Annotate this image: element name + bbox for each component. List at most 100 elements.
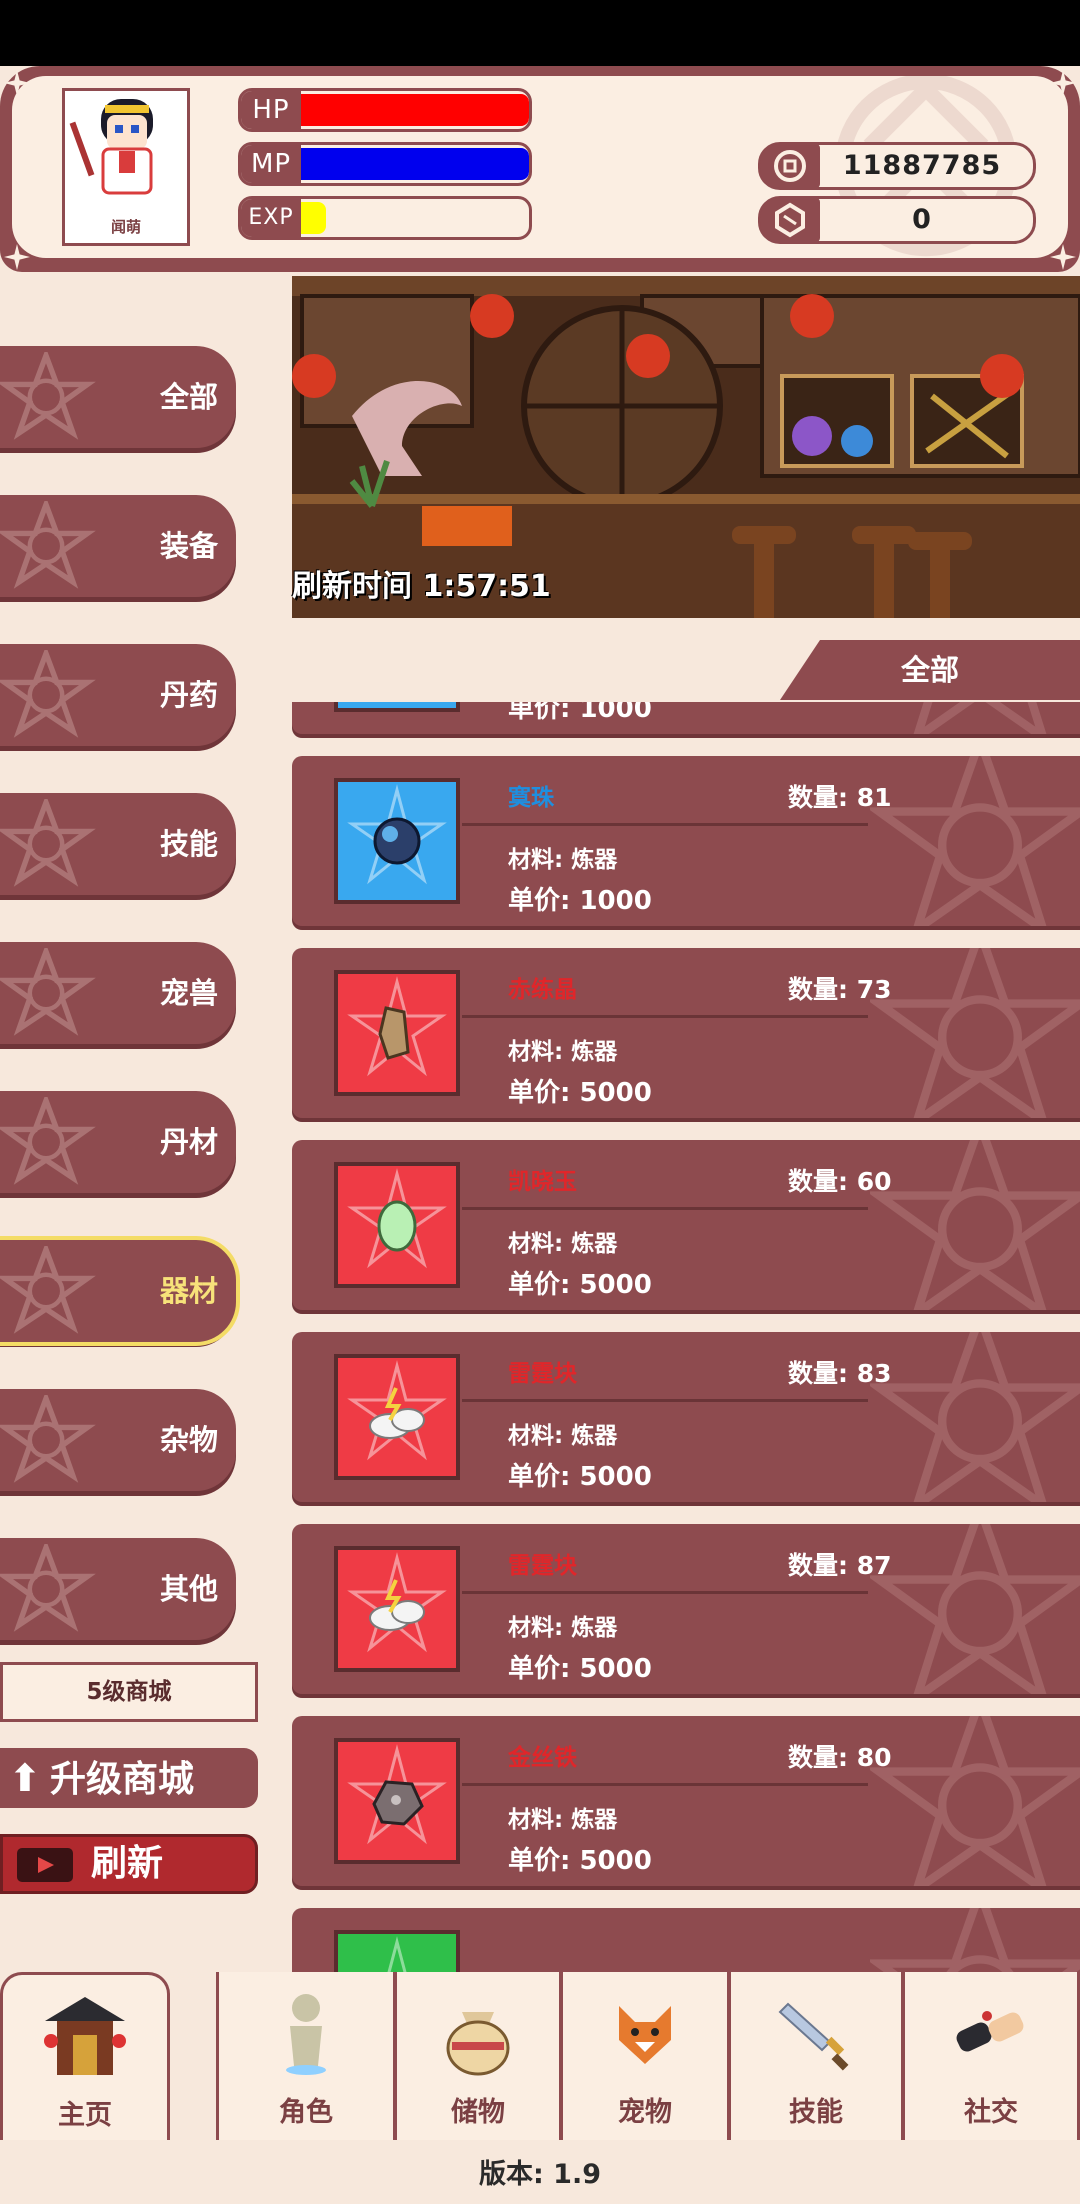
item-quantity: 数量: 87 (788, 1551, 892, 1580)
shop-item-row[interactable]: 寞珠 数量: 81 材料: 炼器 单价: 1000 (292, 756, 1080, 926)
category-tab-0[interactable]: 全部 (0, 346, 236, 448)
category-tab-1[interactable]: 装备 (0, 495, 236, 597)
item-quantity: 数量: 83 (788, 1359, 892, 1388)
category-label: 器材 (159, 1274, 218, 1308)
nav-label: 宠物 (618, 2097, 672, 2128)
upgrade-shop-label: 升级商城 (50, 1759, 195, 1800)
shop-item-row[interactable]: 雷霆块 数量: 83 材料: 炼器 单价: 5000 (292, 1332, 1080, 1502)
item-divider (462, 823, 868, 826)
mp-label: MP (241, 145, 301, 183)
corner-star-icon (1050, 70, 1076, 96)
nav-item-3[interactable]: 宠物 (560, 1972, 730, 2140)
nav-item-4[interactable]: 技能 (728, 1972, 904, 2140)
item-name: 凯晓玉 (508, 1169, 577, 1195)
nav-item-2[interactable]: 储物 (394, 1972, 562, 2140)
exp-bar: EXP (238, 196, 532, 240)
bag-icon (446, 2012, 510, 2076)
shop-item-row[interactable] (292, 1908, 1080, 1972)
star-emblem-icon (870, 756, 1080, 926)
item-quantity: 数量: 81 (788, 783, 892, 812)
nav-item-0[interactable]: 主页 (0, 1972, 170, 2140)
character-portrait-icon (69, 99, 153, 195)
video-ad-icon (17, 1848, 73, 1882)
category-tab-4[interactable]: 宠兽 (0, 942, 236, 1044)
item-material: 材料: 炼器 (508, 847, 618, 873)
star-emblem-icon (0, 352, 96, 440)
arrow-up-icon: ⬆ (9, 1756, 41, 1800)
coin-counter: 11887785 (758, 142, 1036, 190)
item-price: 单价: 5000 (508, 1270, 652, 1300)
coin-value: 11887785 (842, 150, 1002, 181)
shop-item-row[interactable]: 凯晓玉 数量: 60 材料: 炼器单价: 5000 (292, 1140, 1080, 1310)
item-list[interactable]: 单价: 1000 寞珠 数量: 81 材料: 炼器 单价: 1000 赤练晶 数量: 73 材… (292, 702, 1080, 1972)
item-quantity: 数量: 60 (788, 1167, 892, 1196)
shop-item-row[interactable]: 金丝铁 数量: 80 材料: 炼器 单价: 5000 (292, 1716, 1080, 1886)
category-tab-6[interactable]: 器材 (0, 1240, 236, 1342)
handshake-icon (956, 2011, 1024, 2052)
item-icon-frame (334, 1930, 460, 1972)
item-price: 单价: 5000 (508, 1654, 652, 1684)
ore-shard-icon (347, 976, 447, 1077)
gem-counter: 0 (758, 196, 1036, 244)
hp-bar: HP (238, 88, 532, 132)
exp-fill (301, 202, 327, 234)
category-tab-5[interactable]: 丹材 (0, 1091, 236, 1193)
filter-dropdown[interactable]: 全部 (780, 640, 1080, 700)
category-tab-7[interactable]: 杂物 (0, 1389, 236, 1491)
star-emblem-icon (870, 1908, 1080, 1972)
gate-icon (44, 1997, 126, 2075)
star-emblem-icon (870, 948, 1080, 1118)
gem-value: 0 (912, 204, 932, 235)
nav-label: 储物 (451, 2097, 505, 2128)
refresh-timer: 刷新时间 1:57:51 (292, 569, 551, 604)
category-label: 技能 (159, 827, 218, 861)
nav-label: 技能 (789, 2097, 843, 2128)
nav-label: 角色 (279, 2097, 333, 2128)
category-label: 丹材 (159, 1125, 218, 1159)
refresh-label: 刷新 (91, 1843, 164, 1884)
version-label: 版本: 1.9 (478, 2159, 602, 2190)
mp-bar: MP (238, 142, 532, 186)
refresh-button[interactable]: 刷新 (0, 1834, 258, 1894)
category-tab-3[interactable]: 技能 (0, 793, 236, 895)
corner-star-icon (4, 70, 30, 96)
shop-item-row[interactable]: 赤练晶 数量: 73 材料: 炼器 单价: 5000 (292, 948, 1080, 1118)
sword-icon (778, 2002, 849, 2071)
item-material: 材料: 炼器 (508, 1807, 618, 1833)
star-emblem-icon (0, 650, 96, 738)
nav-label: 社交 (964, 2097, 1018, 2128)
thunder-cloud-icon (347, 1552, 447, 1653)
category-label: 宠兽 (159, 976, 218, 1010)
category-tab-2[interactable]: 丹药 (0, 644, 236, 746)
nav-item-1[interactable]: 角色 (216, 1972, 396, 2140)
item-material: 材料: 炼器 (508, 1039, 618, 1065)
item-icon-frame (334, 702, 460, 712)
item-icon (387, 1936, 407, 1972)
item-name: 雷霆块 (508, 1361, 577, 1387)
item-icon-frame (334, 1546, 460, 1672)
shop-item-row[interactable]: 雷霆块 数量: 87 材料: 炼器 单价: 5000 (292, 1524, 1080, 1694)
star-emblem-icon (870, 1524, 1080, 1694)
hp-label: HP (241, 91, 301, 129)
orb-icon (347, 784, 447, 885)
status-bar (0, 0, 1080, 66)
upgrade-shop-button[interactable]: ⬆ 升级商城 (0, 1748, 258, 1808)
category-tab-8[interactable]: 其他 (0, 1538, 236, 1640)
item-material: 材料: 炼器 (508, 1231, 618, 1257)
item-icon-frame (334, 778, 460, 904)
bottom-navigation: 主页 角色 储物 宠物 技能 社交 (0, 1972, 1080, 2142)
exp-label: EXP (241, 199, 301, 237)
category-label: 装备 (159, 529, 218, 563)
figure-icon (286, 1994, 326, 2075)
star-emblem-icon (870, 1140, 1080, 1310)
shop-item-row[interactable]: 单价: 1000 (292, 702, 1080, 734)
iron-ore-icon (347, 1744, 447, 1845)
jade-icon (347, 1168, 447, 1269)
item-name: 寞珠 (508, 785, 554, 811)
item-price: 单价: 5000 (508, 1078, 652, 1108)
item-divider (462, 1399, 868, 1402)
category-label: 其他 (159, 1572, 218, 1606)
category-label: 丹药 (159, 678, 218, 712)
nav-item-5[interactable]: 社交 (902, 1972, 1080, 2140)
orb-icon (338, 702, 456, 708)
